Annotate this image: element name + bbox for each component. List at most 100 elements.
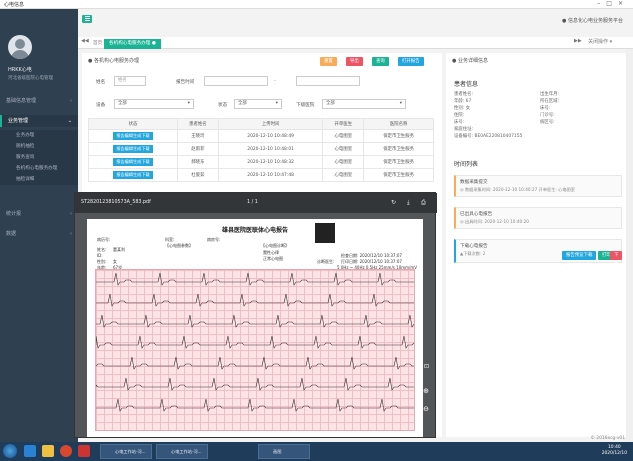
ecg-lead-trace (96, 398, 414, 412)
preview-download-button[interactable]: 报告预览下载 (562, 251, 597, 260)
print-icon[interactable]: ⎙ (421, 199, 426, 207)
ecg-trace-grid (95, 269, 415, 431)
report-action-button[interactable]: 报告编辑生成下载 (113, 158, 153, 166)
report-title: 雄县医院医联体心电报告 (221, 227, 288, 234)
ecg-lead-trace (95, 356, 414, 370)
page-scrollbar[interactable] (626, 49, 633, 442)
copyright: © 2016ecg-v01 (590, 436, 625, 441)
table-header[interactable]: 上传时间 (217, 118, 324, 130)
end-date-input[interactable] (296, 76, 360, 86)
table-row[interactable]: 报告编辑生成下载 杜俊茹 2020-12-10 10:47:48 心电图室 保定市卫生服… (88, 168, 434, 182)
table-row[interactable]: 报告编辑生成下载 王晓玲 2020-12-10 10:48:49 心电图室 保定市卫生服… (88, 129, 434, 143)
start-date-input[interactable] (204, 76, 268, 86)
patient-name-cell: 杜俊茹 (176, 168, 219, 182)
status-select[interactable]: 全部 ▾ (234, 99, 282, 109)
close-actions-dropdown[interactable]: 关闭操作 ▾ (588, 38, 612, 45)
zoom-out-icon[interactable]: ⊖ (423, 405, 429, 413)
delete-button[interactable]: 下载 (610, 251, 623, 267)
sidebar-item-business[interactable]: 业务管理 ⌄ (0, 115, 78, 127)
menu-toggle-icon[interactable] (82, 15, 92, 23)
chrome-icon[interactable] (60, 445, 72, 457)
taskbar-task[interactable]: 画图 (258, 444, 310, 459)
report-case-no: 病历号: (97, 237, 111, 242)
timeline-card-title: 已出具心电报告 (460, 212, 493, 217)
patient-info-heading: 患者信息 (454, 81, 479, 88)
start-button[interactable] (3, 444, 17, 458)
app-icon[interactable] (78, 445, 90, 457)
taskbar-task[interactable]: 心电工作站-河... (100, 444, 152, 459)
pdf-viewer: ST2820123810573A_583.pdf 1 / 1 ↻ ⤓ ⎙ 雄县医… (74, 192, 437, 438)
search-button[interactable]: 查询 (372, 57, 389, 66)
fit-page-icon[interactable]: ⊡ (424, 363, 429, 370)
report-action-button[interactable]: 报告编辑生成下载 (113, 132, 153, 140)
sidebar-item-label: 基础信息管理 (6, 98, 37, 104)
service-table: 状态 患者姓名 上传时间 开单医生 医院名称 报告编辑生成下载 王晓玲 2020-1… (88, 118, 434, 182)
report-action-button[interactable]: 报告编辑生成下载 (113, 145, 153, 153)
timeline-card-title: 数据采集提交 (460, 180, 488, 185)
sidebar-subitem-service-query[interactable]: 服务查询 (0, 152, 78, 163)
table-row[interactable]: 报告编辑生成下载 赵雨菲 2020-12-10 10:48:01 心电图室 保定市卫生服… (88, 142, 434, 156)
clock-date: 2020/12/10 (601, 451, 627, 456)
chevron-left-icon: ‹ (70, 231, 72, 237)
sidebar-subitem-handle[interactable]: 业务办理 (0, 130, 78, 141)
pdf-filename: ST2820123810573A_583.pdf (81, 200, 151, 205)
sidebar-subitem-random-check[interactable]: 随机抽检 (0, 141, 78, 152)
open-report-button[interactable]: 打开报告 (398, 57, 424, 66)
table-header[interactable]: 开单医生 (322, 118, 365, 130)
hospital-cell: 保定市卫生服务 (363, 168, 434, 182)
window-controls[interactable]: –□× (597, 0, 629, 7)
tab-scroll-right-button[interactable]: ▶▶ (574, 38, 582, 44)
tab-institution-service[interactable]: 各机构心电服务办理 ● (104, 39, 161, 49)
window-titlebar: 心电信息 –□× (0, 0, 633, 9)
taskbar: 心电工作站-河... 心电工作站-河... 画图 10:40 2020/12/10 (0, 442, 633, 461)
patient-field: 家庭住址: (454, 127, 474, 132)
patient-field: 所在区域: (540, 99, 560, 104)
window-title: 心电信息 (4, 2, 25, 8)
zoom-in-icon[interactable]: ⊕ (423, 387, 429, 395)
report-room: 病房号: (207, 237, 221, 242)
measure-heading: 【心电图参数】 (165, 243, 193, 248)
device-select[interactable]: 全部 ▾ (114, 99, 194, 109)
hospital-select[interactable]: 全部 ▾ (322, 99, 406, 109)
sidebar-item-statistics[interactable]: 统计报 ‹ (0, 208, 78, 220)
rotate-icon[interactable]: ↻ (391, 199, 396, 206)
pdf-page: 雄县医院医联体心电报告 病历号: 科室: 病房号: 姓名: 董某利 ID: 性别… (87, 219, 423, 437)
ecg-lead-trace (96, 272, 414, 286)
date-separator: - (274, 79, 276, 84)
hospital-cell: 保定市卫生服务 (363, 142, 434, 156)
sidebar-subitem-check-detail[interactable]: 抽检详细 (0, 174, 78, 185)
table-row[interactable]: 报告编辑生成下载 郝晓东 2020-12-10 10:48:32 心电图室 保定市卫生服… (88, 155, 434, 169)
user-name: HRKK心电 (8, 67, 32, 73)
table-header[interactable]: 状态 (88, 118, 178, 130)
table-header[interactable]: 患者姓名 (176, 118, 219, 130)
timeline-card-report: 已出具心电报告 ◎ 出具时间: 2020-12-10 10:40:20 (454, 207, 622, 229)
avatar[interactable] (8, 35, 32, 59)
caret-down-icon: ▾ (399, 101, 402, 106)
sidebar: HRKK心电 河北省级医院心电管理 基础信息管理 ‹ 业务管理 ⌄ 业务办理 随机抽… (0, 9, 78, 442)
pdf-toolbar: ST2820123810573A_583.pdf 1 / 1 ↻ ⤓ ⎙ (75, 193, 437, 213)
report-action-button[interactable]: 报告编辑生成下载 (113, 171, 153, 179)
taskbar-task[interactable]: 心电工作站-河... (156, 444, 208, 459)
sidebar-subitem-institution[interactable]: 各机构心电服务办理 (0, 163, 78, 174)
sidebar-item-data[interactable]: 数据 ‹ (0, 228, 78, 240)
folder-icon[interactable] (42, 445, 54, 457)
timeline-heading: 时间列表 (454, 161, 479, 168)
sidebar-item-basic-info[interactable]: 基础信息管理 ‹ (0, 95, 78, 107)
qr-code (315, 223, 335, 243)
patient-field: 住院: (454, 113, 465, 118)
download-icon[interactable]: ⤓ (407, 199, 410, 207)
report-date-label: 报告时间 (176, 80, 195, 85)
patient-name-cell: 郝晓东 (176, 155, 219, 169)
upload-time-cell: 2020-12-10 10:48:32 (217, 155, 324, 169)
table-header[interactable]: 医院名称 (363, 118, 434, 130)
timeline-card-subtitle: ◎ 数据采集时间: 2020-12-10 10:40:27 开单医生: 心电图室 (460, 187, 575, 192)
reset-button[interactable]: 重置 (320, 57, 337, 66)
name-input[interactable]: 姓名 (114, 76, 146, 86)
caret-down-icon: ▾ (275, 101, 278, 106)
system-clock[interactable]: 10:40 2020/12/10 (602, 445, 627, 457)
user-role: 河北省级医院心电管理 (8, 76, 53, 81)
diagnosis-heading: 【心电图诊断】 (261, 243, 289, 248)
ie-icon[interactable] (24, 445, 36, 457)
export-button[interactable]: 导出 (346, 57, 363, 66)
patient-name-cell: 王晓玲 (176, 129, 219, 143)
